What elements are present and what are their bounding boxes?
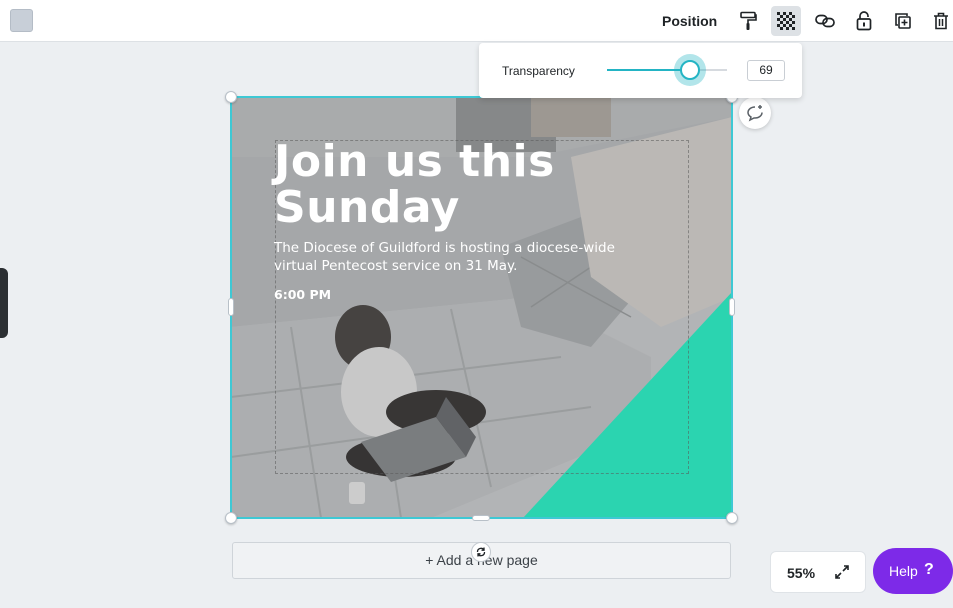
transparency-popover: Transparency 69 <box>479 43 802 98</box>
paint-roller-icon[interactable] <box>733 6 763 36</box>
rotate-icon <box>476 547 486 557</box>
rotate-handle[interactable] <box>471 542 491 562</box>
question-icon: ? <box>924 561 934 578</box>
resize-handle-right[interactable] <box>729 298 735 316</box>
duplicate-icon[interactable] <box>888 6 918 36</box>
transparency-icon[interactable] <box>771 6 801 36</box>
transparency-value-input[interactable]: 69 <box>747 60 785 81</box>
design-page[interactable]: Join us this Sunday The Diocese of Guild… <box>231 97 732 518</box>
transparency-slider[interactable] <box>607 60 727 80</box>
slider-thumb[interactable] <box>680 60 700 80</box>
resize-handle-top-left[interactable] <box>225 91 237 103</box>
position-button[interactable]: Position <box>656 9 723 33</box>
headline[interactable]: Join us this Sunday <box>274 139 624 231</box>
color-swatch[interactable] <box>10 9 33 32</box>
side-panel-grip[interactable] <box>0 268 8 338</box>
trash-icon[interactable] <box>926 6 953 36</box>
help-button[interactable]: Help ? <box>873 548 953 594</box>
slider-fill <box>607 69 690 71</box>
resize-handle-bottom-right[interactable] <box>726 512 738 524</box>
resize-handle-bottom[interactable] <box>472 515 490 521</box>
link-icon[interactable] <box>810 6 840 36</box>
event-time[interactable]: 6:00 PM <box>274 287 331 302</box>
lock-icon[interactable] <box>849 6 879 36</box>
zoom-control[interactable]: 55% <box>770 551 866 593</box>
help-label: Help <box>889 563 918 579</box>
transparency-label: Transparency <box>502 64 575 78</box>
resize-handle-left[interactable] <box>228 298 234 316</box>
zoom-value[interactable]: 55% <box>787 565 815 581</box>
event-description[interactable]: The Diocese of Guildford is hosting a di… <box>274 239 634 275</box>
add-comment-button[interactable] <box>739 97 771 129</box>
resize-handle-bottom-left[interactable] <box>225 512 237 524</box>
toolbar: Position <box>0 0 953 42</box>
expand-icon[interactable] <box>833 563 851 581</box>
comment-plus-icon <box>747 105 763 122</box>
